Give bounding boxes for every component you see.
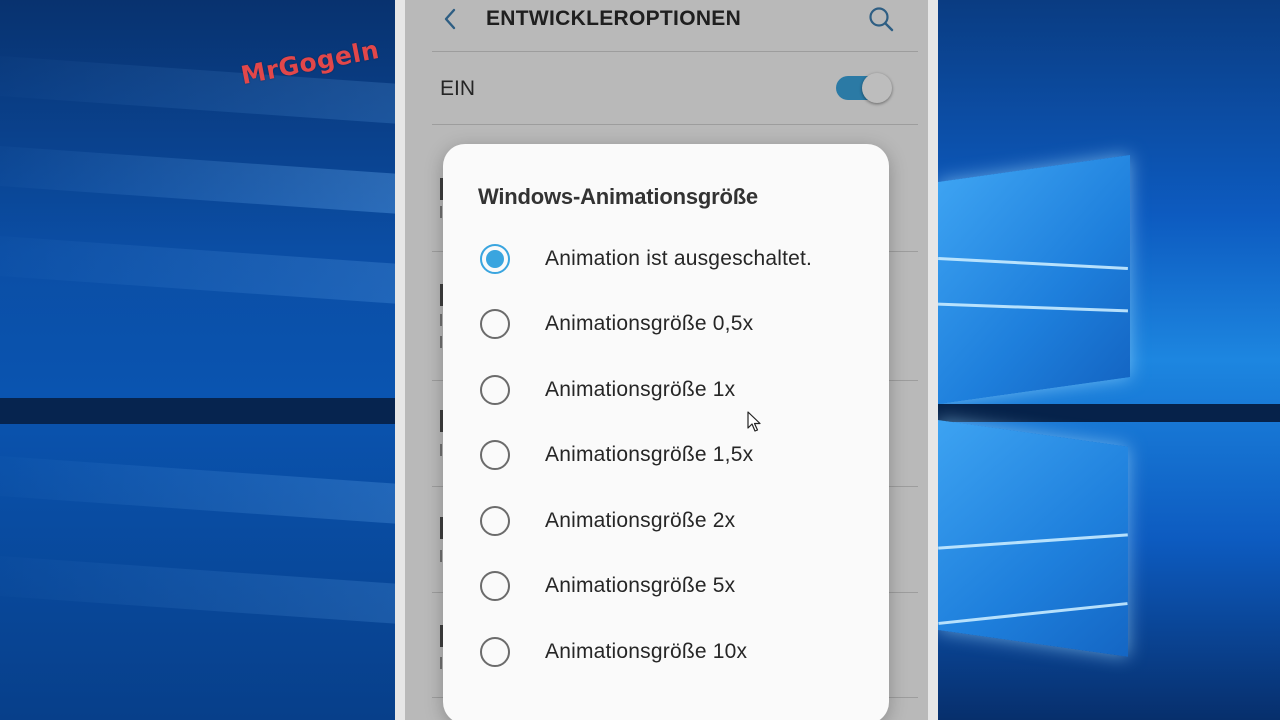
radio-button[interactable] <box>480 637 510 667</box>
animation-scale-dialog: Windows-Animationsgröße Animation ist au… <box>443 144 889 720</box>
option-animation-off[interactable]: Animation ist ausgeschaltet. <box>443 229 889 289</box>
dialog-title: Windows-Animationsgröße <box>478 184 758 209</box>
option-label: Animationsgröße 10x <box>545 640 748 663</box>
radio-button[interactable] <box>480 571 510 601</box>
mouse-pointer-icon <box>747 411 761 432</box>
wallpaper-right-panel <box>938 0 1280 720</box>
option-label: Animationsgröße 1x <box>545 378 736 401</box>
option-label: Animationsgröße 5x <box>545 574 736 597</box>
windows-logo-pane <box>938 155 1130 404</box>
radio-button[interactable] <box>480 309 510 339</box>
option-scale-1x[interactable]: Animationsgröße 1x <box>443 360 889 420</box>
option-scale-5x[interactable]: Animationsgröße 5x <box>443 556 889 616</box>
option-label: Animationsgröße 1,5x <box>545 443 754 466</box>
option-scale-2x[interactable]: Animationsgröße 2x <box>443 491 889 551</box>
option-scale-1-5x[interactable]: Animationsgröße 1,5x <box>443 425 889 485</box>
radio-button[interactable] <box>480 375 510 405</box>
option-scale-10x[interactable]: Animationsgröße 10x <box>443 622 889 682</box>
wallpaper-left-panel <box>0 0 440 720</box>
radio-button[interactable] <box>480 506 510 536</box>
radio-button[interactable] <box>480 440 510 470</box>
option-label: Animationsgröße 0,5x <box>545 312 754 335</box>
option-scale-0-5x[interactable]: Animationsgröße 0,5x <box>443 294 889 354</box>
radio-button-checked[interactable] <box>480 244 510 274</box>
option-label: Animationsgröße 2x <box>545 509 736 532</box>
option-label: Animation ist ausgeschaltet. <box>545 247 813 270</box>
